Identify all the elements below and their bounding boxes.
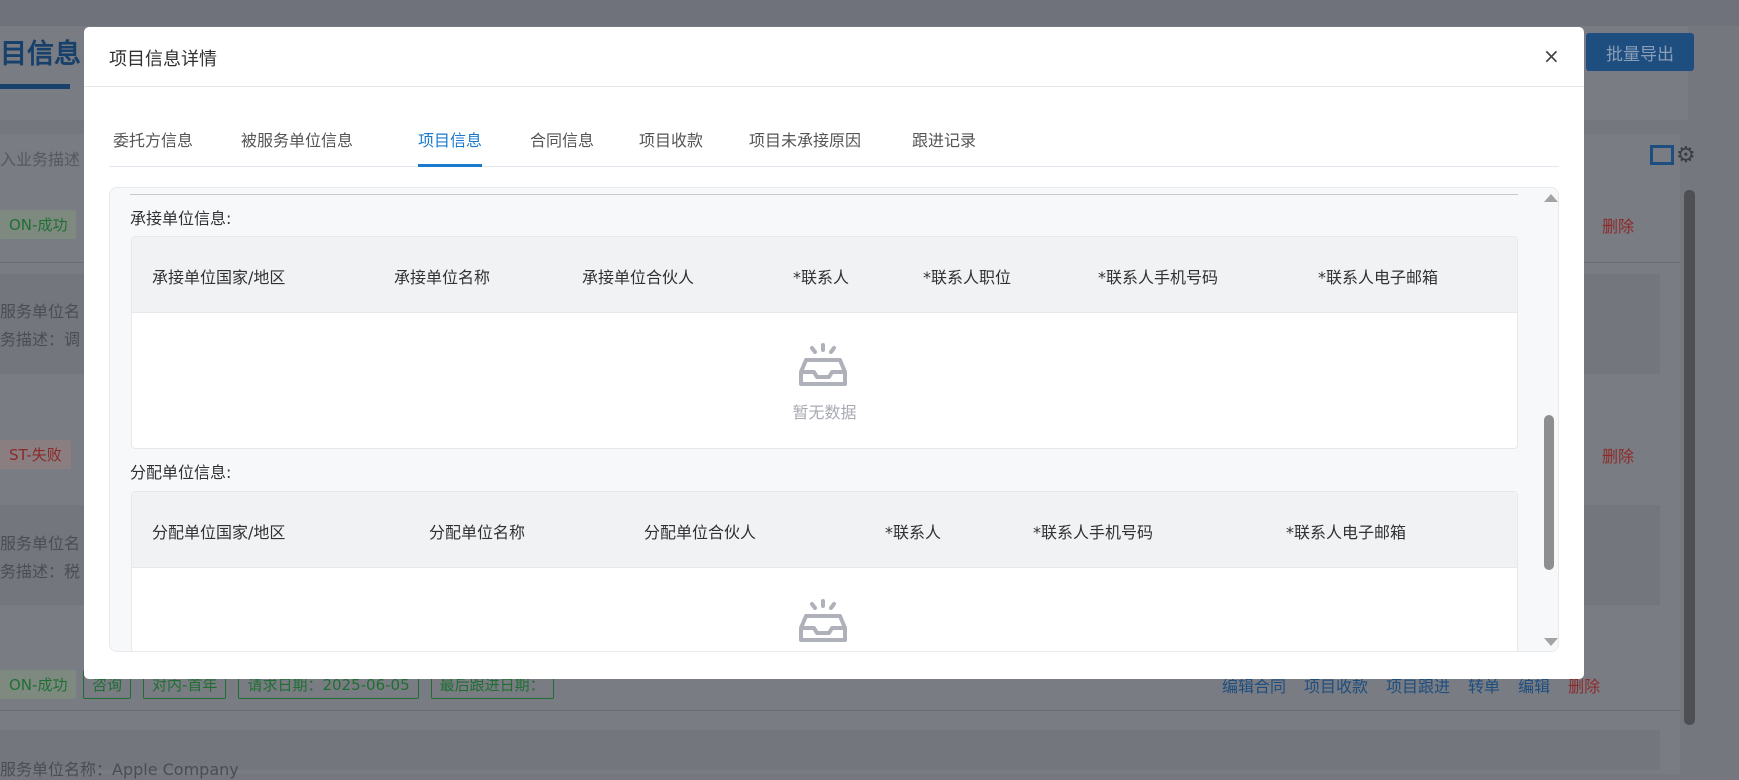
empty-inbox-icon xyxy=(799,343,847,386)
modal-title: 项目信息详情 xyxy=(109,49,217,70)
divider xyxy=(0,710,1680,711)
row-description: 务描述：税 xyxy=(0,562,81,581)
column-header: 承接单位国家/地区 xyxy=(152,268,286,287)
scroll-up-arrow-icon[interactable] xyxy=(1544,194,1558,202)
delete-link[interactable]: 删除 xyxy=(1602,443,1634,467)
delete-link[interactable]: 删除 xyxy=(1602,213,1634,237)
accepting-unit-table: 承接单位国家/地区 承接单位名称 承接单位合伙人 *联系人 *联系人职位 *联系… xyxy=(131,236,1518,449)
column-header: *联系人电子邮箱 xyxy=(1318,268,1439,287)
empty-text: 暂无数据 xyxy=(792,403,857,422)
table-header: 承接单位国家/地区 承接单位名称 承接单位合伙人 *联系人 *联系人职位 *联系… xyxy=(132,237,1517,313)
tab-followup-records[interactable]: 跟进记录 xyxy=(912,127,976,151)
tab-served-unit-info[interactable]: 被服务单位信息 xyxy=(241,127,353,151)
column-header: *联系人 xyxy=(793,268,850,287)
project-detail-modal: 项目信息详情 × 委托方信息 被服务单位信息 项目信息 合同信息 项目收款 项目… xyxy=(84,27,1584,679)
tab-content: 承接单位信息: 承接单位国家/地区 承接单位名称 承接单位合伙人 *联系人 *联… xyxy=(109,187,1559,652)
divider xyxy=(130,194,1518,195)
tab-bar: 委托方信息 被服务单位信息 项目信息 合同信息 项目收款 项目未承接原因 跟进记… xyxy=(109,127,1559,167)
empty-inbox-icon xyxy=(799,599,847,642)
column-header: 承接单位合伙人 xyxy=(582,268,695,287)
column-header: *联系人手机号码 xyxy=(1033,523,1154,542)
search-input[interactable]: 入业务描述 xyxy=(0,146,80,170)
tab-project-payment[interactable]: 项目收款 xyxy=(639,127,703,151)
row-service-unit: 服务单位名称：Apple Company xyxy=(0,760,239,779)
column-header: 分配单位国家/地区 xyxy=(152,523,286,542)
divider xyxy=(84,86,1584,87)
tab-project-info[interactable]: 项目信息 xyxy=(418,127,483,167)
column-header: 承接单位名称 xyxy=(394,268,491,287)
settings-icon[interactable]: ⚙ xyxy=(1676,143,1696,168)
top-bar xyxy=(0,0,1739,26)
status-badge: ON-成功 xyxy=(0,670,77,699)
list-view-icon[interactable] xyxy=(1650,145,1674,165)
page-scrollbar[interactable] xyxy=(1684,190,1695,725)
column-header: *联系人手机号码 xyxy=(1098,268,1219,287)
status-badge: ON-成功 xyxy=(0,210,77,239)
tab-client-info[interactable]: 委托方信息 xyxy=(113,127,193,151)
column-header: 分配单位合伙人 xyxy=(644,523,757,542)
scrollbar-thumb[interactable] xyxy=(1544,415,1554,570)
accepting-unit-label: 承接单位信息: xyxy=(130,209,232,228)
column-header: *联系人电子邮箱 xyxy=(1286,523,1407,542)
allocating-unit-table: 分配单位国家/地区 分配单位名称 分配单位合伙人 *联系人 *联系人手机号码 *… xyxy=(131,491,1518,651)
table-header: 分配单位国家/地区 分配单位名称 分配单位合伙人 *联系人 *联系人手机号码 *… xyxy=(132,492,1517,568)
column-header: *联系人 xyxy=(885,523,942,542)
row-card xyxy=(0,730,1660,770)
row-service-unit: 服务单位名 xyxy=(0,302,81,321)
status-badge: ST-失败 xyxy=(0,440,71,469)
page-title-underline xyxy=(0,84,70,89)
scroll-down-arrow-icon[interactable] xyxy=(1544,638,1558,646)
row-service-unit: 服务单位名 xyxy=(0,534,81,553)
close-icon[interactable]: × xyxy=(1543,44,1560,68)
allocating-unit-label: 分配单位信息: xyxy=(130,463,232,482)
tab-contract-info[interactable]: 合同信息 xyxy=(530,127,594,151)
page-title: 目信息 xyxy=(0,39,81,70)
column-header: *联系人职位 xyxy=(923,268,1012,287)
column-header: 分配单位名称 xyxy=(429,523,526,542)
batch-export-button[interactable]: 批量导出 xyxy=(1586,33,1694,71)
tab-unaccepted-reason[interactable]: 项目未承接原因 xyxy=(749,127,861,151)
row-description: 务描述：调 xyxy=(0,330,81,349)
